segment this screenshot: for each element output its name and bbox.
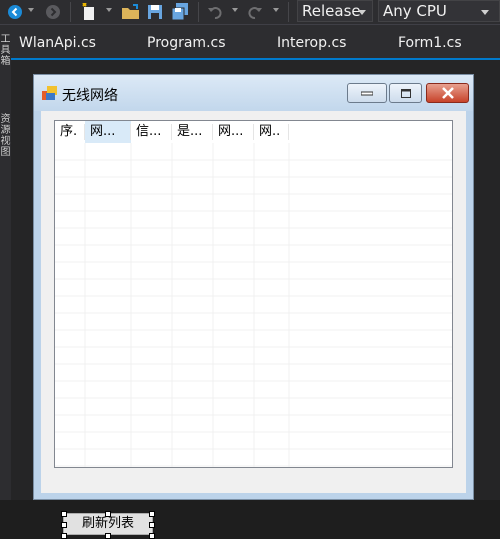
minimize-button[interactable] (347, 83, 387, 103)
side-tool-strip: 工具箱 资源视图 (0, 25, 11, 500)
tab-wlanapi[interactable]: WlanApi.cs (19, 35, 96, 51)
list-header: 序. 网... 信... 是... 网... 网.. (55, 121, 452, 143)
undo-icon[interactable] (206, 3, 224, 21)
solution-platform-dropdown[interactable]: Any CPU (378, 0, 500, 22)
column-header-label: 网... (218, 124, 244, 139)
column-header[interactable]: 网... (85, 121, 131, 143)
column-header-label: 网.. (259, 124, 281, 139)
solution-configuration-dropdown[interactable]: Release (297, 0, 373, 22)
save-all-icon[interactable] (170, 3, 190, 21)
maximize-button[interactable] (389, 83, 422, 103)
form-title-bar[interactable]: 无线网络 (34, 75, 473, 111)
toolbar-separator (288, 2, 289, 22)
toolbar-separator (70, 2, 71, 22)
back-dropdown-icon[interactable] (28, 8, 34, 12)
side-tab-resource-view[interactable]: 资源视图 (0, 113, 11, 173)
back-icon[interactable] (6, 3, 24, 21)
tab-program[interactable]: Program.cs (147, 35, 226, 51)
redo-dropdown-icon[interactable] (273, 8, 279, 12)
resize-handle[interactable] (105, 511, 111, 517)
close-icon (441, 87, 454, 99)
undo-dropdown-icon[interactable] (232, 8, 238, 12)
resize-handle[interactable] (61, 522, 67, 528)
open-folder-icon[interactable] (121, 3, 141, 21)
resize-handle[interactable] (149, 522, 155, 528)
chevron-down-icon (358, 10, 366, 15)
column-header[interactable]: 信... (131, 121, 172, 143)
chevron-down-icon (481, 10, 489, 15)
new-item-icon[interactable] (80, 3, 98, 21)
resize-handle[interactable] (61, 511, 67, 517)
column-header-label: 序. (60, 124, 78, 139)
column-header-label: 网... (90, 124, 116, 139)
configuration-value: Release (302, 2, 361, 20)
column-header[interactable]: 是... (172, 121, 213, 143)
platform-value: Any CPU (383, 2, 447, 20)
new-item-dropdown-icon[interactable] (106, 8, 112, 12)
wifi-list-view[interactable]: 序. 网... 信... 是... 网... 网.. (54, 120, 453, 468)
redo-icon[interactable] (246, 3, 264, 21)
resize-handle[interactable] (61, 533, 67, 539)
column-header[interactable]: 网.. (254, 121, 289, 143)
resize-handle[interactable] (105, 533, 111, 539)
side-tab-toolbox[interactable]: 工具箱 (0, 33, 11, 79)
form-window[interactable]: 无线网络 序. 网... 信... 是... 网... 网.. 刷新列表 (33, 74, 474, 539)
form-title: 无线网络 (62, 88, 118, 104)
close-button[interactable] (426, 83, 469, 103)
resize-handle[interactable] (149, 533, 155, 539)
vs-toolbar: Release Any CPU (0, 0, 500, 25)
column-header[interactable]: 网... (213, 121, 254, 143)
tab-interop[interactable]: Interop.cs (277, 35, 346, 51)
minimize-icon (361, 91, 373, 96)
refresh-button-selection: 刷新列表 (61, 511, 155, 539)
document-tab-bar: WlanApi.cs Program.cs Interop.cs Form1.c… (11, 25, 500, 59)
forward-icon[interactable] (44, 3, 62, 21)
column-header-label: 是... (177, 124, 203, 139)
form-client-area: 序. 网... 信... 是... 网... 网.. 刷新列表 (41, 111, 466, 539)
list-gridlines (55, 143, 452, 467)
resize-handle[interactable] (149, 511, 155, 517)
toolbar-separator (198, 2, 199, 22)
save-icon[interactable] (146, 3, 164, 21)
form-app-icon (42, 86, 57, 100)
column-header[interactable]: 序. (55, 121, 85, 143)
maximize-icon (400, 88, 411, 98)
tab-form1[interactable]: Form1.cs (398, 35, 462, 51)
column-header-label: 信... (136, 124, 162, 139)
